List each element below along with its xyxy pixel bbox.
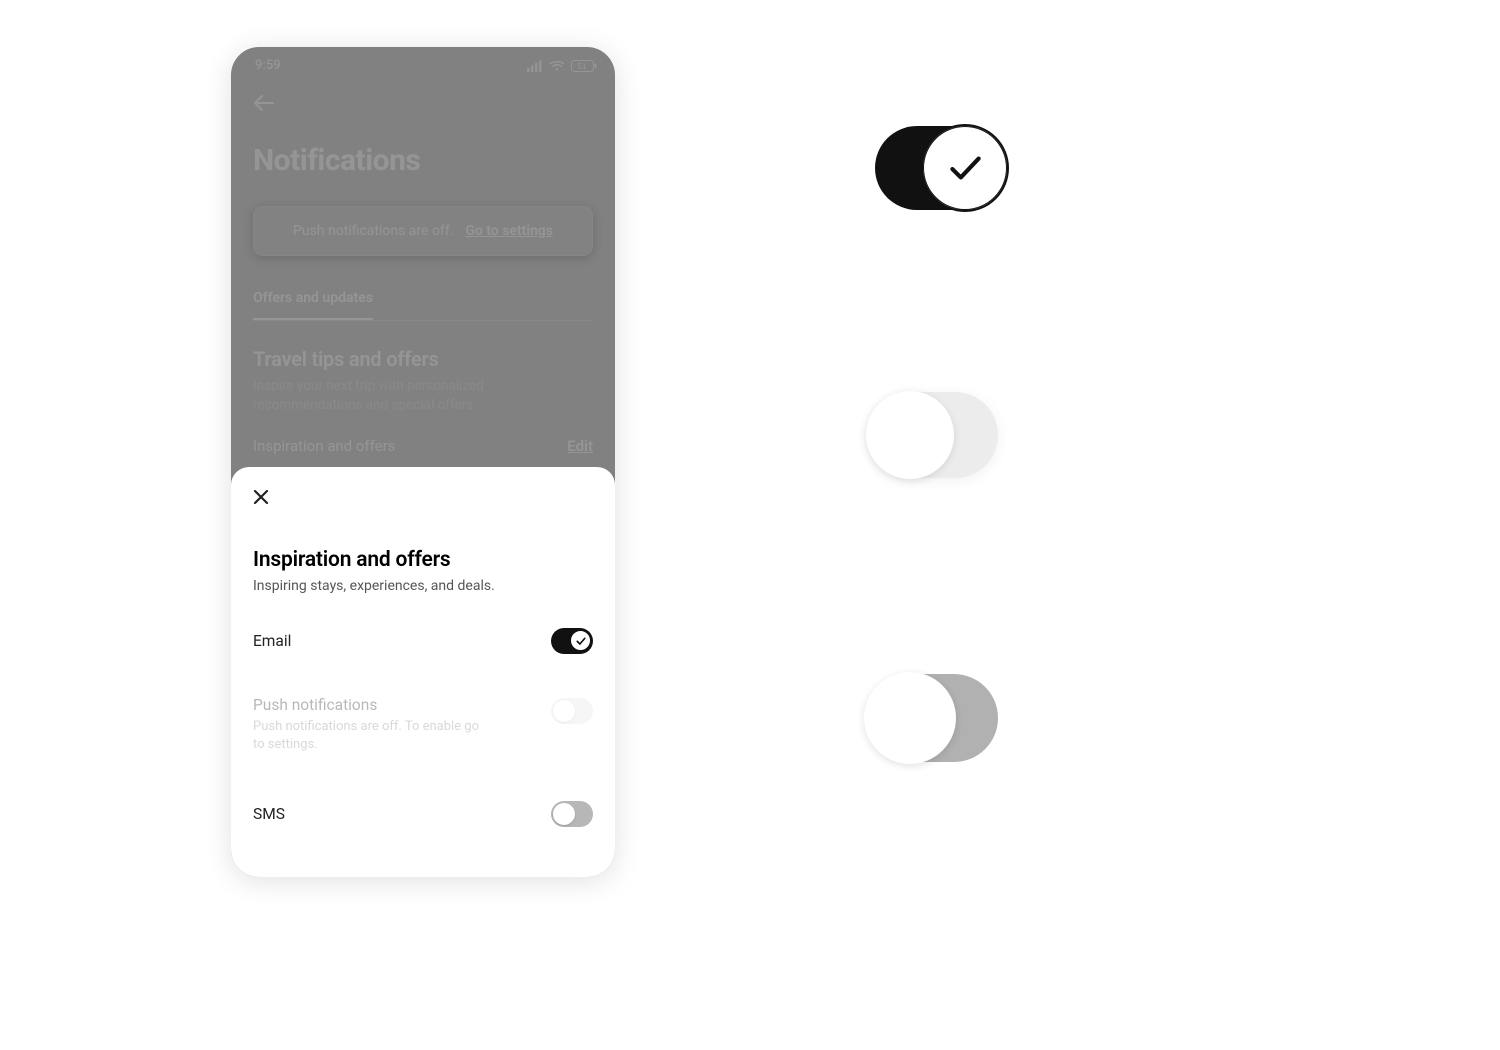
option-desc-push: Push notifications are off. To enable go… (253, 718, 493, 753)
option-label-sms: SMS (253, 805, 285, 823)
large-toggle-on[interactable] (875, 126, 1005, 210)
option-label-push: Push notifications (253, 696, 493, 714)
option-row-email: Email (253, 628, 593, 654)
large-toggle-off-mid[interactable] (866, 674, 998, 762)
option-label-email: Email (253, 632, 291, 650)
close-icon[interactable] (253, 489, 593, 510)
toggle-push (551, 698, 593, 724)
option-row-sms: SMS (253, 801, 593, 827)
toggle-sms[interactable] (551, 801, 593, 827)
bottom-sheet: Inspiration and offers Inspiring stays, … (231, 467, 615, 877)
phone-frame: 9:59 51 (231, 47, 615, 877)
large-toggle-off-light[interactable] (868, 392, 998, 478)
option-row-push: Push notifications Push notifications ar… (253, 696, 593, 753)
sheet-subtitle: Inspiring stays, experiences, and deals. (253, 578, 593, 594)
toggle-email[interactable] (551, 628, 593, 654)
sheet-title: Inspiration and offers (253, 548, 593, 572)
